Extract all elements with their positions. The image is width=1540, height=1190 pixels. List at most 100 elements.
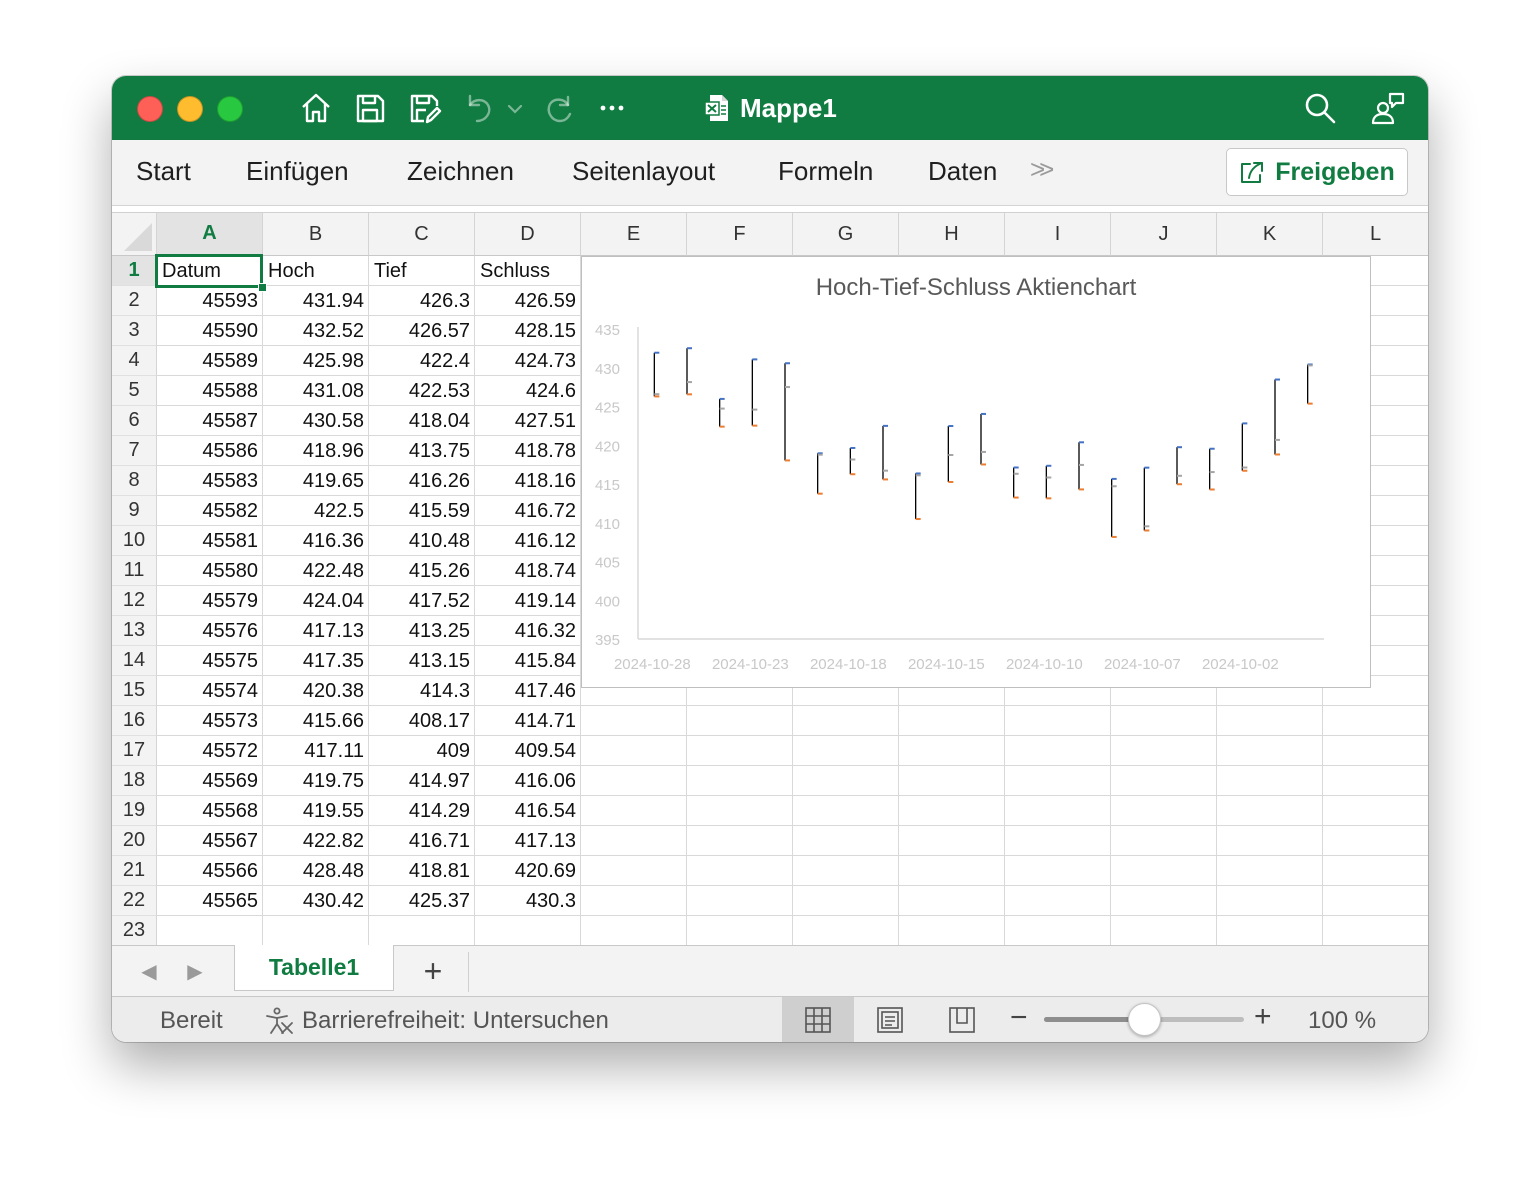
data-cell[interactable]: 417.35 xyxy=(263,646,369,676)
zoom-slider[interactable] xyxy=(1044,1003,1244,1036)
data-cell[interactable]: 428.15 xyxy=(475,316,581,346)
stock-chart[interactable]: Hoch-Tief-Schluss Aktienchart 395 400 405 4… xyxy=(581,256,1371,688)
row-header-17[interactable]: 17 xyxy=(112,736,157,766)
data-cell[interactable]: 424.73 xyxy=(475,346,581,376)
row-header-2[interactable]: 2 xyxy=(112,286,157,316)
zoom-window-button[interactable] xyxy=(217,96,243,122)
header-cell[interactable]: Schluss xyxy=(475,256,581,286)
data-cell[interactable]: 418.81 xyxy=(369,856,475,886)
tab-seitenlayout[interactable]: Seitenlayout xyxy=(572,156,715,187)
data-cell[interactable]: 422.48 xyxy=(263,556,369,586)
data-cell[interactable]: 45566 xyxy=(157,856,263,886)
row-header-23[interactable]: 23 xyxy=(112,916,157,945)
spreadsheet-grid[interactable]: A B C D E F G H I J K L 1 2 3 4 5 6 7 8 9 10 11 12 13 14 15 16 17 18 1… xyxy=(112,212,1428,945)
row-header-15[interactable]: 15 xyxy=(112,676,157,706)
data-cell[interactable]: 417.46 xyxy=(475,676,581,706)
tab-einfuegen[interactable]: Einfügen xyxy=(246,156,349,187)
data-cell[interactable]: 45576 xyxy=(157,616,263,646)
data-cell[interactable]: 417.11 xyxy=(263,736,369,766)
data-cell[interactable]: 415.59 xyxy=(369,496,475,526)
data-cell[interactable]: 414.71 xyxy=(475,706,581,736)
data-cell[interactable]: 416.71 xyxy=(369,826,475,856)
data-cell[interactable]: 417.13 xyxy=(475,826,581,856)
row-header-22[interactable]: 22 xyxy=(112,886,157,916)
zoom-out-button[interactable]: − xyxy=(1010,1001,1028,1035)
column-header-j[interactable]: J xyxy=(1111,213,1217,256)
data-cell[interactable]: 425.37 xyxy=(369,886,475,916)
data-cell[interactable]: 419.14 xyxy=(475,586,581,616)
page-break-view-button[interactable] xyxy=(926,997,998,1042)
row-header-21[interactable]: 21 xyxy=(112,856,157,886)
data-cell[interactable]: 409.54 xyxy=(475,736,581,766)
data-cell[interactable]: 415.66 xyxy=(263,706,369,736)
data-cell[interactable]: 416.12 xyxy=(475,526,581,556)
data-cell[interactable]: 431.08 xyxy=(263,376,369,406)
ribbon-more-button[interactable]: >> xyxy=(1030,154,1055,185)
undo-dropdown-icon[interactable] xyxy=(504,90,526,126)
row-header-7[interactable]: 7 xyxy=(112,436,157,466)
data-cell[interactable]: 419.65 xyxy=(263,466,369,496)
data-cell[interactable]: 430.42 xyxy=(263,886,369,916)
redo-icon[interactable] xyxy=(540,90,576,126)
data-cell[interactable]: 45593 xyxy=(157,286,263,316)
data-cell[interactable]: 419.75 xyxy=(263,766,369,796)
row-header-16[interactable]: 16 xyxy=(112,706,157,736)
data-cell[interactable]: 45567 xyxy=(157,826,263,856)
data-cell[interactable]: 413.15 xyxy=(369,646,475,676)
data-cell[interactable]: 416.26 xyxy=(369,466,475,496)
data-cell[interactable]: 428.48 xyxy=(263,856,369,886)
row-header-13[interactable]: 13 xyxy=(112,616,157,646)
data-cell[interactable]: 416.36 xyxy=(263,526,369,556)
row-header-6[interactable]: 6 xyxy=(112,406,157,436)
data-cell[interactable]: 419.55 xyxy=(263,796,369,826)
data-cell[interactable]: 409 xyxy=(369,736,475,766)
save-icon[interactable] xyxy=(352,90,388,126)
data-cell[interactable]: 45588 xyxy=(157,376,263,406)
undo-icon[interactable] xyxy=(460,90,496,126)
row-header-19[interactable]: 19 xyxy=(112,796,157,826)
add-sheet-button[interactable]: + xyxy=(416,953,450,989)
data-cell[interactable]: 431.94 xyxy=(263,286,369,316)
row-header-9[interactable]: 9 xyxy=(112,496,157,526)
column-header-a[interactable]: A xyxy=(157,213,263,256)
sheet-tab-tabelle1[interactable]: Tabelle1 xyxy=(234,945,394,991)
data-cell[interactable]: 410.48 xyxy=(369,526,475,556)
row-header-18[interactable]: 18 xyxy=(112,766,157,796)
column-header-i[interactable]: I xyxy=(1005,213,1111,256)
row-header-10[interactable]: 10 xyxy=(112,526,157,556)
data-cell[interactable]: 427.51 xyxy=(475,406,581,436)
data-cell[interactable]: 426.3 xyxy=(369,286,475,316)
column-header-k[interactable]: K xyxy=(1217,213,1323,256)
header-cell[interactable]: Hoch xyxy=(263,256,369,286)
data-cell[interactable]: 416.32 xyxy=(475,616,581,646)
minimize-window-button[interactable] xyxy=(177,96,203,122)
data-cell[interactable]: 424.04 xyxy=(263,586,369,616)
data-cell[interactable]: 420.38 xyxy=(263,676,369,706)
data-cell[interactable]: 422.53 xyxy=(369,376,475,406)
data-cell[interactable]: 45568 xyxy=(157,796,263,826)
data-cell[interactable]: 414.3 xyxy=(369,676,475,706)
column-header-e[interactable]: E xyxy=(581,213,687,256)
data-cell[interactable]: 425.98 xyxy=(263,346,369,376)
data-cell[interactable]: 45574 xyxy=(157,676,263,706)
data-cell[interactable]: 45583 xyxy=(157,466,263,496)
data-cell[interactable]: 417.52 xyxy=(369,586,475,616)
save-as-icon[interactable] xyxy=(406,90,442,126)
row-header-8[interactable]: 8 xyxy=(112,466,157,496)
data-cell[interactable]: 432.52 xyxy=(263,316,369,346)
tab-zeichnen[interactable]: Zeichnen xyxy=(407,156,514,187)
data-cell[interactable]: 45579 xyxy=(157,586,263,616)
row-header-1[interactable]: 1 xyxy=(112,256,157,286)
data-cell[interactable]: 418.74 xyxy=(475,556,581,586)
data-cell[interactable]: 45590 xyxy=(157,316,263,346)
data-cell[interactable]: 418.96 xyxy=(263,436,369,466)
data-cell[interactable]: 426.59 xyxy=(475,286,581,316)
data-cell[interactable]: 413.75 xyxy=(369,436,475,466)
data-cell[interactable]: 413.25 xyxy=(369,616,475,646)
data-cell[interactable]: 414.29 xyxy=(369,796,475,826)
zoom-level[interactable]: 100 % xyxy=(1308,1007,1376,1035)
data-cell[interactable]: 45572 xyxy=(157,736,263,766)
column-header-g[interactable]: G xyxy=(793,213,899,256)
data-cell[interactable]: 45582 xyxy=(157,496,263,526)
tab-formeln[interactable]: Formeln xyxy=(778,156,873,187)
